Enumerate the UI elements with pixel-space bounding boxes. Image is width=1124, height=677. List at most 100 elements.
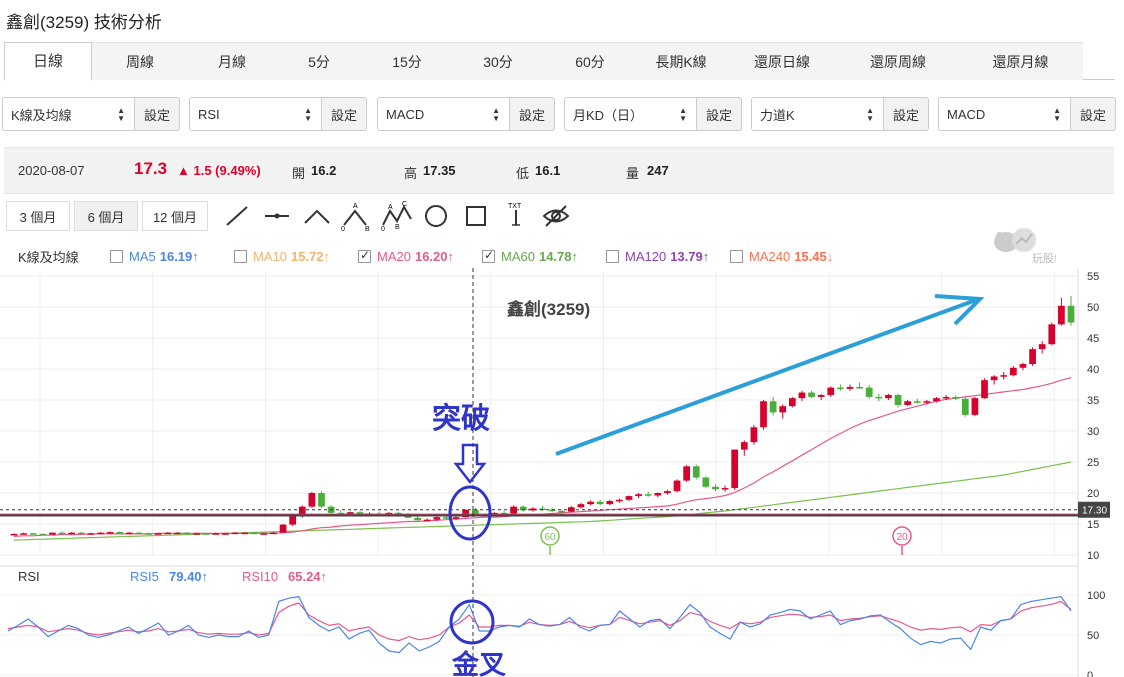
tab-3[interactable]: 5分 — [276, 42, 362, 80]
indicator-select[interactable]: RSI ▲ ▼ — [189, 97, 322, 131]
tab-6[interactable]: 60分 — [544, 42, 636, 80]
candle-body — [952, 396, 960, 399]
abcd-pattern-icon[interactable]: A C 0 B — [380, 201, 414, 231]
settings-button[interactable]: 設定 — [510, 97, 555, 131]
circle-tool-icon[interactable] — [421, 201, 451, 231]
ma-checkbox[interactable] — [482, 248, 495, 263]
ma-checkbox[interactable] — [358, 248, 371, 263]
horizontal-line-icon[interactable] — [262, 201, 292, 231]
line-tool-icon[interactable] — [222, 201, 252, 231]
settings-button[interactable]: 設定 — [1071, 97, 1116, 131]
candle-body — [145, 533, 152, 535]
price-axis-label: 30 — [1087, 426, 1099, 438]
candle-body — [97, 532, 104, 535]
rsi-title: RSI — [18, 569, 40, 584]
abc-label-0: 0 — [341, 226, 345, 231]
ma-checkbox[interactable] — [606, 249, 619, 263]
ma-checkbox[interactable] — [234, 249, 247, 263]
candle-body — [270, 532, 277, 535]
golden-cross-annotation: 金叉 — [451, 649, 506, 677]
range-6m-button[interactable]: 6 個月 — [74, 201, 138, 231]
indicator-select[interactable]: MACD ▲ ▼ — [938, 97, 1071, 131]
indicator-selector-group: MACD ▲ ▼ 設定 — [938, 97, 1116, 131]
candle-body — [577, 504, 585, 508]
rsi5-value: 79.40↑ — [169, 569, 208, 584]
ma-checkbox[interactable] — [110, 249, 123, 263]
high-label: 高 — [404, 166, 418, 181]
ma-toggle-ma10[interactable]: MA10 15.72↑ — [234, 247, 330, 265]
candle-body — [856, 386, 863, 389]
candle-body — [10, 533, 18, 536]
candle-body — [865, 387, 873, 397]
indicator-select-value: MACD — [947, 106, 986, 122]
indicator-select[interactable]: 月KD（日） ▲ ▼ — [564, 97, 697, 131]
candle-body — [202, 533, 210, 535]
candle-body — [279, 524, 287, 533]
ma-toggle-ma60[interactable]: MA6014.78↑ — [482, 247, 578, 265]
open-value: 16.2 — [311, 163, 337, 178]
rsi5-line — [7, 595, 1072, 654]
ma-toggle-ma20[interactable]: MA2016.20↑ — [358, 247, 454, 265]
ma-toggle-ma240[interactable]: MA240 15.45↓ — [730, 247, 833, 265]
indicator-select-value: MACD — [386, 106, 425, 122]
candle-body — [558, 510, 566, 513]
candle-body — [760, 401, 767, 428]
indicator-select[interactable]: MACD ▲ ▼ — [377, 97, 510, 131]
indicator-select[interactable]: 力道K ▲ ▼ — [751, 97, 884, 131]
candle-body — [173, 532, 181, 535]
candle-body — [817, 395, 825, 397]
hide-drawings-icon[interactable] — [541, 201, 571, 231]
select-arrows-icon: ▲ ▼ — [304, 106, 312, 123]
ma-value: 16.20↑ — [414, 248, 455, 264]
settings-button[interactable]: 設定 — [322, 97, 367, 131]
rsi-axis-label: 100 — [1087, 590, 1105, 602]
rsi5-label: RSI5 — [130, 569, 159, 584]
tab-4[interactable]: 15分 — [362, 42, 452, 80]
range-12m-button[interactable]: 12 個月 — [142, 201, 208, 231]
indicator-select[interactable]: K線及均線 ▲ ▼ — [2, 97, 135, 131]
tab-9[interactable]: 還原周線 — [838, 42, 958, 80]
tab-5[interactable]: 30分 — [452, 42, 544, 80]
candle-body — [894, 395, 902, 405]
select-arrows-icon: ▲ ▼ — [492, 106, 500, 123]
rsi-axis-label: 50 — [1087, 630, 1099, 642]
ma-checkbox[interactable] — [730, 249, 743, 263]
price-axis-label: 15 — [1087, 519, 1099, 531]
tab-0[interactable]: 日線 — [4, 42, 92, 81]
settings-button[interactable]: 設定 — [884, 97, 929, 131]
wanguwang-logo: 玩股網 — [994, 228, 1056, 265]
candle-body — [798, 392, 806, 399]
settings-button[interactable]: 設定 — [697, 97, 742, 131]
select-arrows-icon: ▲ ▼ — [117, 106, 125, 123]
ma-toggle-ma120[interactable]: MA120 13.79↑ — [606, 247, 709, 265]
candle-body — [990, 376, 998, 381]
settings-button[interactable]: 設定 — [135, 97, 180, 131]
watermark-text: 玩股網 — [1032, 251, 1056, 265]
indicator-select-value: 月KD（日） — [573, 107, 644, 123]
ma-toggle-ma5[interactable]: MA5 16.19↑ — [110, 247, 199, 265]
text-tool-icon[interactable]: TXT — [501, 201, 531, 231]
breakout-annotation: 突破 — [432, 401, 490, 435]
candle-body — [222, 533, 229, 535]
abc-pattern-icon[interactable]: A 0 B — [340, 201, 374, 231]
candle-body — [193, 533, 200, 535]
abcd-label-c: C — [402, 201, 407, 208]
price-axis-label: 35 — [1087, 395, 1099, 407]
candle-body — [933, 398, 940, 402]
open-label: 開 — [292, 166, 306, 181]
candle-body — [1029, 349, 1036, 365]
rectangle-tool-icon[interactable] — [461, 201, 491, 231]
tab-8[interactable]: 還原日線 — [726, 42, 838, 80]
tab-10[interactable]: 還原月線 — [958, 42, 1083, 80]
candle-body — [260, 533, 268, 535]
angle-icon[interactable] — [302, 201, 332, 231]
price-axis-label: 45 — [1087, 333, 1099, 345]
ma-name: MA240 — [749, 248, 791, 264]
tab-1[interactable]: 周線 — [92, 42, 188, 80]
tab-7[interactable]: 長期K線 — [636, 42, 726, 80]
tab-2[interactable]: 月線 — [188, 42, 276, 80]
golden-cross-circle — [449, 599, 495, 645]
range-3m-button[interactable]: 3 個月 — [6, 201, 70, 231]
candle-body — [750, 427, 758, 443]
candle-body — [875, 396, 883, 399]
